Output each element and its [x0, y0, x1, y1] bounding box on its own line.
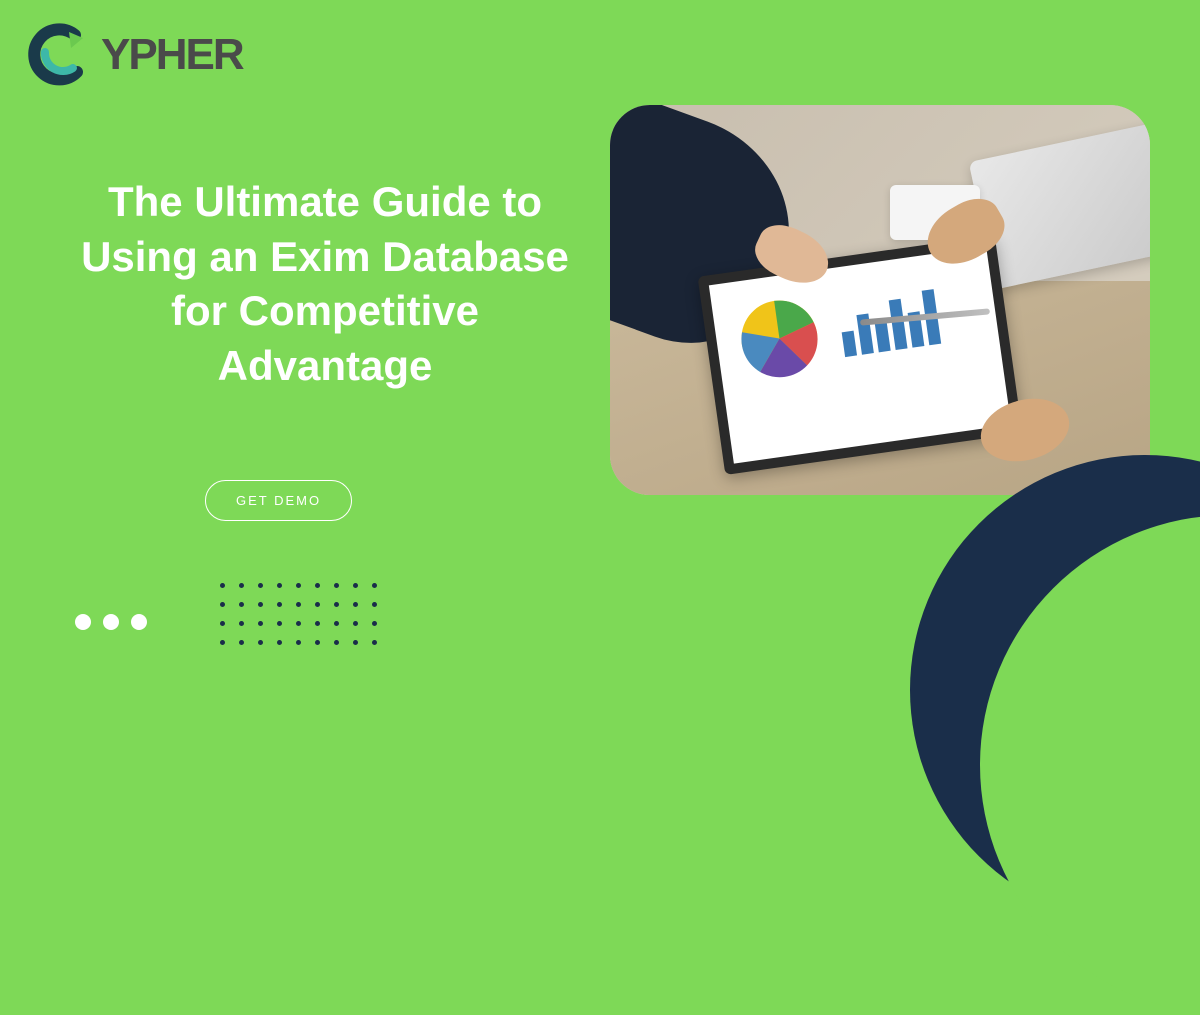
decorative-dot-grid — [220, 583, 377, 645]
pagination-dots — [75, 614, 147, 630]
logo-icon — [25, 20, 95, 90]
logo-text: YPHER — [101, 30, 243, 80]
business-meeting-scene — [610, 105, 1150, 495]
page-headline: The Ultimate Guide to Using an Exim Data… — [75, 175, 575, 393]
brand-logo: YPHER — [25, 20, 243, 90]
logo-rest: YPHER — [101, 30, 243, 79]
hero-image — [610, 105, 1150, 495]
dot-icon — [75, 614, 91, 630]
dot-icon — [131, 614, 147, 630]
clipboard-icon — [698, 235, 1023, 475]
dot-icon — [103, 614, 119, 630]
report-paper — [709, 246, 1011, 463]
pie-chart-icon — [726, 285, 833, 392]
get-demo-button[interactable]: GET DEMO — [205, 480, 352, 521]
